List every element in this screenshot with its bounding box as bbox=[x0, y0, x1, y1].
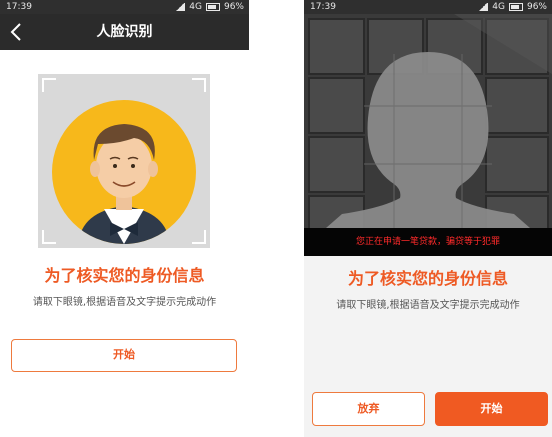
page-title: 人脸识别 bbox=[96, 24, 153, 40]
signal-icon bbox=[478, 3, 489, 11]
signal-icon bbox=[175, 3, 186, 11]
instruction-text: 请取下眼镜,根据语音及文字提示完成动作 bbox=[336, 300, 520, 311]
abandon-button[interactable]: 放弃 bbox=[312, 392, 425, 426]
battery-percent: 96% bbox=[223, 2, 244, 12]
verification-headline: 为了核实您的身份信息 bbox=[44, 266, 205, 285]
status-icons: 4G 96% bbox=[175, 0, 244, 14]
battery-icon bbox=[508, 3, 523, 11]
start-button[interactable]: 开始 bbox=[435, 392, 548, 426]
face-recognition-intro-screen: 17:39 4G 96% 人脸识别 为了核实您的身份信息 请取下眼镜,根据语音及… bbox=[0, 0, 249, 437]
frame-corner bbox=[192, 230, 206, 244]
status-bar: 17:39 4G 96% bbox=[0, 0, 249, 14]
start-button[interactable]: 开始 bbox=[11, 339, 237, 372]
battery-percent: 96% bbox=[526, 2, 547, 12]
verification-headline: 为了核实您的身份信息 bbox=[347, 269, 508, 288]
status-time: 17:39 bbox=[310, 2, 336, 12]
status-icons: 4G 96% bbox=[478, 0, 547, 14]
frame-corner bbox=[42, 230, 56, 244]
fraud-warning: 您正在申请一笔贷款，骗贷等于犯罪 bbox=[355, 237, 500, 247]
camera-viewfinder bbox=[304, 14, 552, 256]
camera-feed bbox=[304, 14, 552, 256]
avatar-illustration bbox=[52, 100, 196, 244]
status-bar: 17:39 4G 96% bbox=[304, 0, 552, 14]
frame-corner bbox=[42, 78, 56, 92]
network-label: 4G bbox=[189, 2, 202, 12]
battery-icon bbox=[205, 3, 220, 11]
frame-corner bbox=[192, 78, 206, 92]
network-label: 4G bbox=[492, 2, 505, 12]
instruction-text: 请取下眼镜,根据语音及文字提示完成动作 bbox=[32, 297, 217, 308]
nav-bar: 人脸识别 bbox=[0, 14, 249, 50]
status-time: 17:39 bbox=[6, 2, 32, 12]
face-capture-screen: 17:39 4G 96% 您正在申请一笔贷款，骗贷等于犯罪 为了核实您的身份信息… bbox=[304, 0, 552, 437]
avatar-preview bbox=[38, 74, 210, 248]
